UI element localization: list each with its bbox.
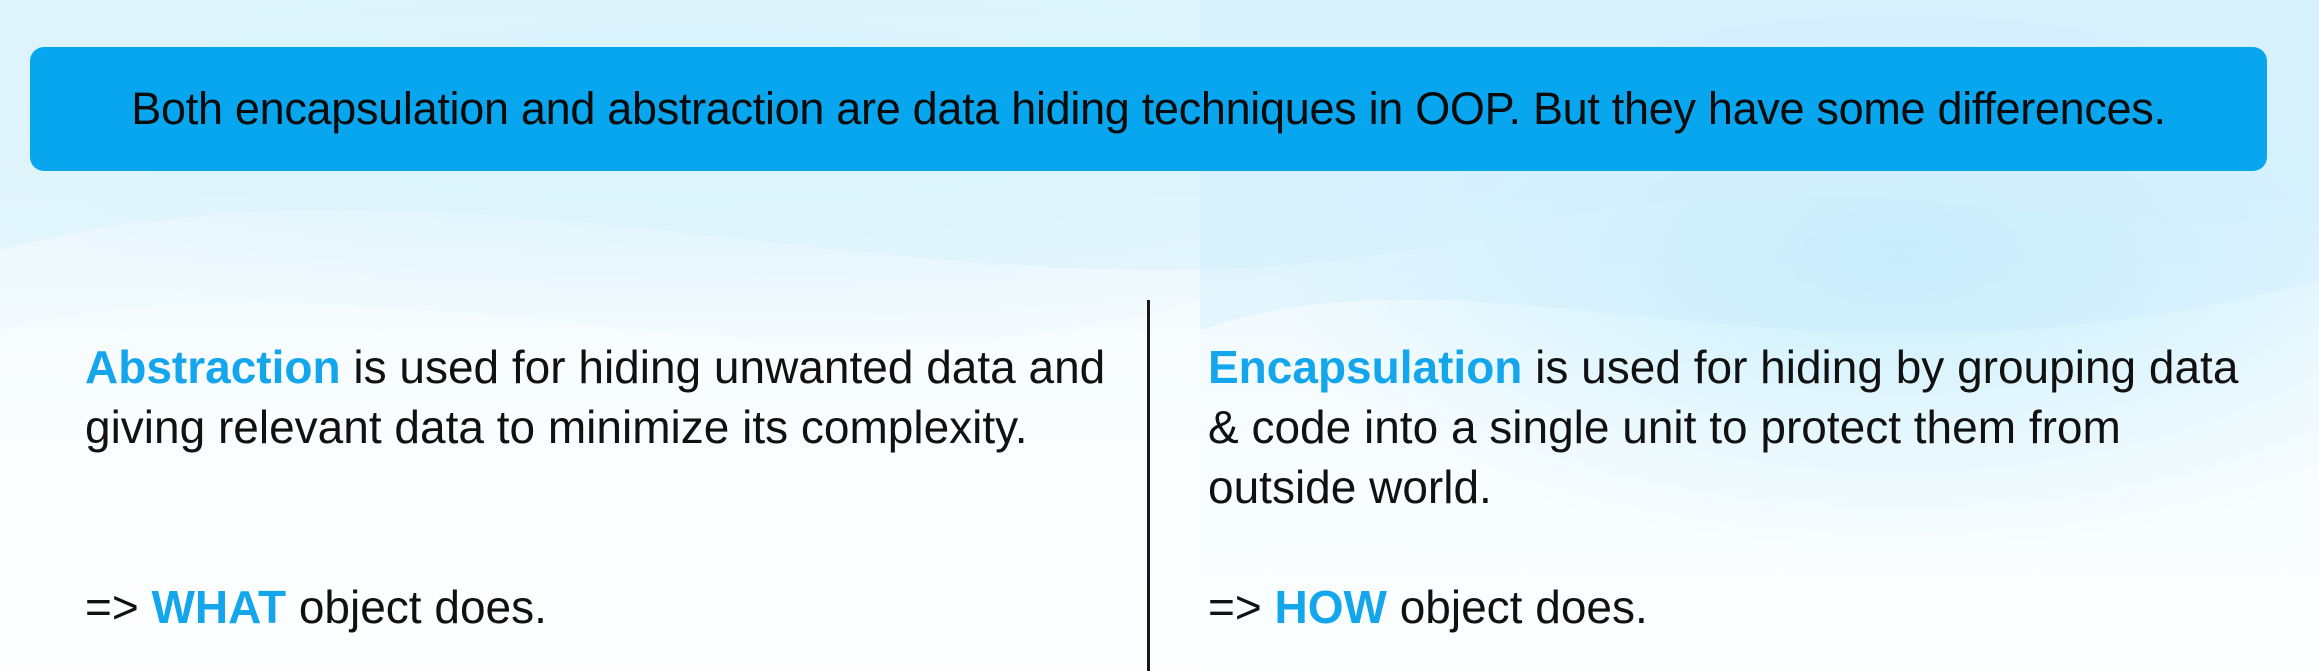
abstraction-term: Abstraction	[85, 341, 341, 393]
encapsulation-tail: object does.	[1386, 581, 1648, 633]
abstraction-definition: Abstraction is used for hiding unwanted …	[85, 337, 1135, 457]
encapsulation-summary: => HOW object does.	[1208, 577, 1648, 637]
encapsulation-definition: Encapsulation is used for hiding by grou…	[1208, 337, 2258, 517]
encapsulation-term: Encapsulation	[1208, 341, 1523, 393]
abstraction-keyword: WHAT	[151, 581, 287, 633]
abstraction-tail: object does.	[286, 581, 547, 633]
intro-banner: Both encapsulation and abstraction are d…	[30, 47, 2267, 171]
abstraction-arrow: =>	[85, 581, 152, 633]
banner-text: Both encapsulation and abstraction are d…	[131, 83, 2166, 134]
encapsulation-keyword: HOW	[1274, 581, 1387, 633]
column-divider	[1147, 300, 1150, 671]
encapsulation-arrow: =>	[1208, 581, 1275, 633]
abstraction-summary: => WHAT object does.	[85, 577, 547, 637]
